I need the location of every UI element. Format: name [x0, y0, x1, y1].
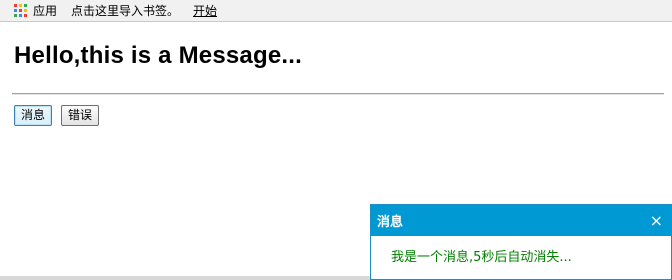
start-link[interactable]: 开始: [193, 2, 217, 19]
toast-header: 消息 ×: [371, 205, 671, 236]
horizontal-rule: [12, 93, 664, 95]
message-button[interactable]: 消息: [14, 105, 53, 126]
bookmarks-bar: 应用 点击这里导入书签。 开始: [0, 0, 672, 22]
message-toast: 消息 × 我是一个消息,5秒后自动消失...: [370, 204, 672, 280]
apps-link[interactable]: 应用: [33, 2, 57, 19]
apps-grid-icon[interactable]: [14, 4, 27, 17]
close-icon[interactable]: ×: [650, 212, 663, 229]
toast-message: 我是一个消息,5秒后自动消失...: [391, 250, 572, 265]
taskbar-edge: [0, 276, 370, 280]
error-button[interactable]: 错误: [61, 105, 100, 126]
import-bookmarks-link[interactable]: 点击这里导入书签。: [71, 2, 179, 19]
page-title: Hello,this is a Message...: [14, 42, 302, 69]
toast-title: 消息: [377, 215, 404, 230]
